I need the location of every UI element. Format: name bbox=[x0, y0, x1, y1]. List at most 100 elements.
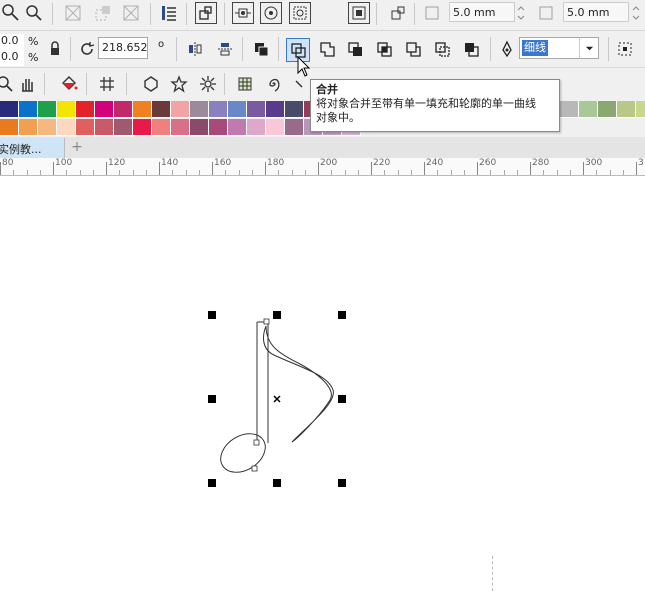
align-list-icon[interactable] bbox=[158, 2, 180, 24]
grid-snap-icon[interactable] bbox=[96, 73, 118, 95]
snap-nodes-icon[interactable] bbox=[232, 2, 254, 24]
color-swatch[interactable] bbox=[190, 101, 209, 118]
polygon-tool-icon[interactable] bbox=[140, 73, 162, 95]
hand-tool-icon[interactable] bbox=[16, 73, 38, 95]
zoom-tool-icon[interactable] bbox=[0, 73, 16, 95]
zoom-search-icon[interactable] bbox=[22, 2, 44, 24]
graph-paper-icon[interactable] bbox=[234, 73, 256, 95]
color-swatch[interactable] bbox=[285, 119, 304, 136]
snap-page-icon[interactable] bbox=[348, 2, 370, 24]
color-swatch[interactable] bbox=[247, 101, 266, 118]
color-swatch[interactable] bbox=[133, 101, 152, 118]
mirror-horizontal-icon[interactable] bbox=[184, 38, 206, 60]
spiral-icon[interactable] bbox=[262, 73, 284, 95]
ruler-minor-tick bbox=[251, 170, 253, 175]
document-tab-active[interactable]: 实例教... bbox=[0, 138, 65, 158]
color-swatch[interactable] bbox=[190, 119, 209, 136]
scale-x-field[interactable]: 0.0 bbox=[0, 34, 24, 50]
color-swatch[interactable] bbox=[209, 119, 228, 136]
simplify-icon[interactable] bbox=[402, 38, 424, 60]
color-swatch[interactable] bbox=[114, 101, 133, 118]
ruler-tick bbox=[53, 162, 54, 175]
spinner-icon[interactable] bbox=[515, 2, 527, 24]
intersect-icon[interactable] bbox=[373, 38, 395, 60]
color-swatch[interactable] bbox=[95, 119, 114, 136]
rotation-field[interactable]: 218.652 bbox=[98, 37, 148, 59]
color-swatch[interactable] bbox=[19, 119, 38, 136]
ruler-minor-tick bbox=[397, 170, 399, 175]
color-swatch[interactable] bbox=[95, 101, 114, 118]
color-swatch[interactable] bbox=[171, 119, 190, 136]
snap-center-icon[interactable] bbox=[260, 2, 282, 24]
color-swatch[interactable] bbox=[57, 119, 76, 136]
color-swatch[interactable] bbox=[76, 101, 95, 118]
color-swatch[interactable] bbox=[247, 119, 266, 136]
ruler-tick bbox=[159, 162, 160, 175]
chevron-down-icon[interactable] bbox=[579, 38, 598, 58]
back-minus-front-icon[interactable] bbox=[460, 38, 482, 60]
ruler-minor-tick bbox=[278, 170, 280, 175]
color-swatch[interactable] bbox=[266, 101, 285, 118]
drawing-canvas[interactable] bbox=[0, 176, 645, 591]
color-swatch[interactable] bbox=[133, 119, 152, 136]
color-swatch[interactable] bbox=[617, 101, 636, 118]
color-swatch[interactable] bbox=[38, 101, 57, 118]
publish-icon[interactable] bbox=[120, 2, 142, 24]
horizontal-ruler: 80 100 120 140 160 180 200 220 240 260 280 300 3 bbox=[0, 158, 645, 176]
ruler-tick-label: 240 bbox=[426, 158, 444, 168]
front-minus-back-icon[interactable] bbox=[431, 38, 453, 60]
import-icon[interactable] bbox=[62, 2, 84, 24]
pen-outline-icon[interactable] bbox=[496, 38, 518, 60]
convert-to-curves-icon[interactable] bbox=[614, 38, 636, 60]
outline-color-icon[interactable] bbox=[421, 2, 443, 24]
dynamic-guides-icon[interactable] bbox=[387, 2, 409, 24]
outline-width-field-2[interactable]: 5.0 mm bbox=[563, 2, 629, 22]
color-swatch[interactable] bbox=[114, 119, 133, 136]
color-swatch[interactable] bbox=[152, 119, 171, 136]
color-swatch[interactable] bbox=[209, 101, 228, 118]
scale-y-field[interactable]: 0.0 bbox=[0, 50, 24, 66]
color-swatch[interactable] bbox=[152, 101, 171, 118]
add-tab-button[interactable]: + bbox=[67, 138, 87, 158]
color-swatch[interactable] bbox=[171, 101, 190, 118]
group-icon[interactable] bbox=[250, 38, 272, 60]
ruler-minor-tick bbox=[132, 170, 134, 175]
export-icon[interactable] bbox=[92, 2, 114, 24]
lock-ratio-icon[interactable] bbox=[44, 38, 66, 60]
color-swatch[interactable] bbox=[57, 101, 76, 118]
complex-star-icon[interactable] bbox=[197, 73, 219, 95]
star-tool-icon[interactable] bbox=[168, 73, 190, 95]
music-note-curve[interactable] bbox=[200, 306, 360, 486]
color-swatch[interactable] bbox=[636, 101, 645, 118]
outline-width-field-1[interactable]: 5.0 mm bbox=[449, 2, 515, 22]
mirror-vertical-icon[interactable] bbox=[214, 38, 236, 60]
property-bar: 0.0 % 0.0 % 218.652 o 细线 bbox=[0, 31, 645, 68]
color-swatch[interactable] bbox=[285, 101, 304, 118]
color-swatch[interactable] bbox=[228, 119, 247, 136]
rotate-icon[interactable] bbox=[76, 38, 98, 60]
color-swatch[interactable] bbox=[579, 101, 598, 118]
ruler-tick bbox=[371, 162, 372, 175]
spinner-icon-2[interactable] bbox=[630, 2, 642, 24]
weld-icon[interactable] bbox=[316, 38, 338, 60]
outline-color-icon-2[interactable] bbox=[535, 2, 557, 24]
fill-bucket-icon[interactable] bbox=[58, 73, 80, 95]
ruler-minor-tick bbox=[331, 170, 333, 175]
snap-icon[interactable] bbox=[195, 2, 217, 24]
snap-bbox-icon[interactable] bbox=[289, 2, 311, 24]
line-style-value: 细线 bbox=[522, 40, 548, 56]
color-swatch[interactable] bbox=[38, 119, 57, 136]
color-swatch[interactable] bbox=[266, 119, 285, 136]
separator bbox=[176, 37, 177, 61]
color-swatch[interactable] bbox=[0, 101, 19, 118]
color-swatch[interactable] bbox=[228, 101, 247, 118]
color-swatch[interactable] bbox=[598, 101, 617, 118]
color-swatch[interactable] bbox=[0, 119, 19, 136]
ruler-minor-tick bbox=[172, 170, 174, 175]
color-swatch[interactable] bbox=[76, 119, 95, 136]
zoom-icon[interactable] bbox=[0, 2, 22, 24]
trim-icon[interactable] bbox=[344, 38, 366, 60]
line-style-select[interactable]: 细线 bbox=[519, 37, 599, 59]
color-swatch[interactable] bbox=[19, 101, 38, 118]
color-swatch[interactable] bbox=[560, 101, 579, 118]
